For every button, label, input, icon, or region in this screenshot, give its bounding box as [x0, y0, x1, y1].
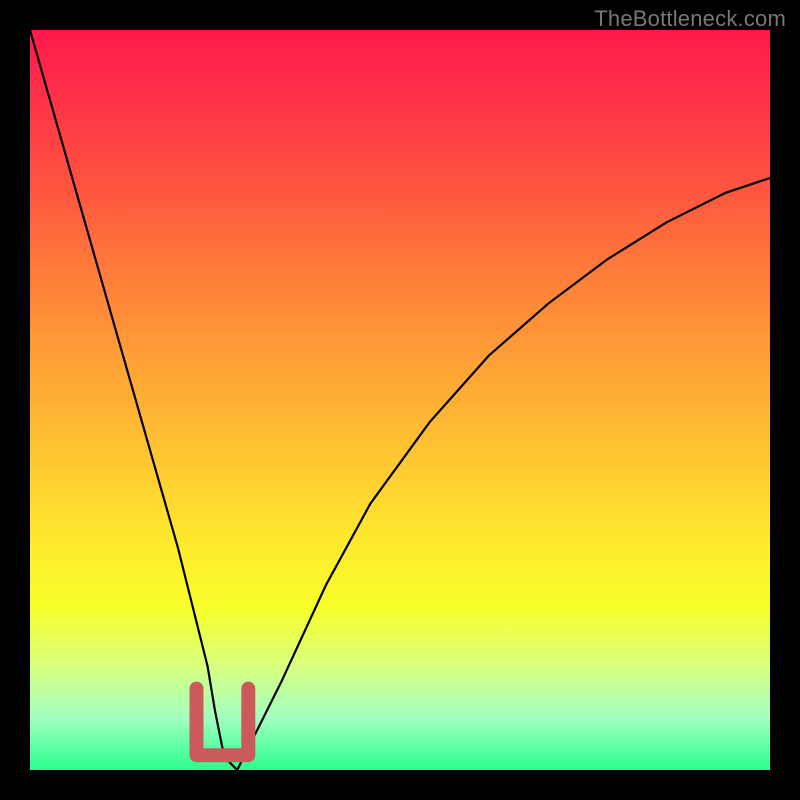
chart-svg	[30, 30, 770, 770]
chart-plot-area	[30, 30, 770, 770]
bottleneck-curve	[30, 30, 770, 770]
watermark-text: TheBottleneck.com	[594, 6, 786, 32]
